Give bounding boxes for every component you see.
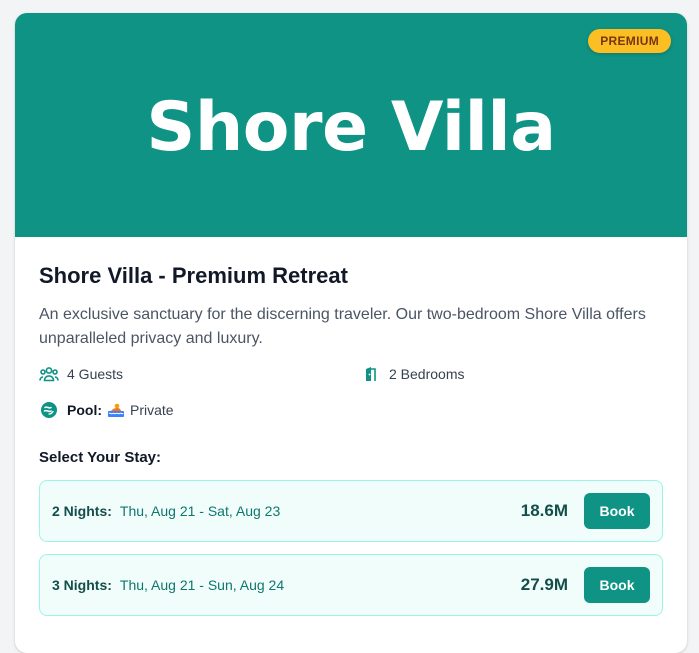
hero-title: Shore Villa [146,87,556,167]
door-icon [361,365,381,383]
listing-description: An exclusive sanctuary for the discernin… [39,306,646,347]
users-icon [39,365,59,383]
feature-pool: Pool: Private [39,401,361,419]
features-grid: 4 Guests 2 Bedrooms Pool: Private [39,365,663,419]
guests-label: 4 Guests [67,366,124,382]
option-price: 18.6M [520,501,568,520]
stay-option: 2 Nights: Thu, Aug 21 - Sat, Aug 23 18.6… [39,480,663,542]
listing-card: Shore Villa PREMIUM Shore Villa - Premiu… [15,13,687,653]
option-dates: Thu, Aug 21 - Sat, Aug 23 [119,503,281,519]
option-dates: Thu, Aug 21 - Sun, Aug 24 [119,577,285,593]
feature-guests: 4 Guests [39,365,361,383]
pool-icon [39,401,59,419]
book-button[interactable]: Book [584,567,650,603]
premium-badge: PREMIUM [588,29,671,53]
option-nights: 2 Nights: [52,503,112,519]
bedrooms-label: 2 Bedrooms [389,366,465,382]
book-button[interactable]: Book [584,493,650,529]
option-nights: 3 Nights: [52,577,112,593]
stay-option: 3 Nights: Thu, Aug 21 - Sun, Aug 24 27.9… [39,554,663,616]
pool-label: Pool: [67,402,102,418]
option-price: 27.9M [520,575,568,594]
stay-heading: Select Your Stay: [39,449,161,466]
feature-bedrooms: 2 Bedrooms [361,365,663,383]
hero-banner: Shore Villa PREMIUM [15,13,687,237]
stay-options: 2 Nights: Thu, Aug 21 - Sat, Aug 23 18.6… [39,480,663,616]
swimmer-icon [108,403,124,417]
pool-value: Private [130,402,174,418]
listing-body: Shore Villa - Premium Retreat An exclusi… [15,237,687,616]
listing-title: Shore Villa - Premium Retreat [39,263,348,288]
